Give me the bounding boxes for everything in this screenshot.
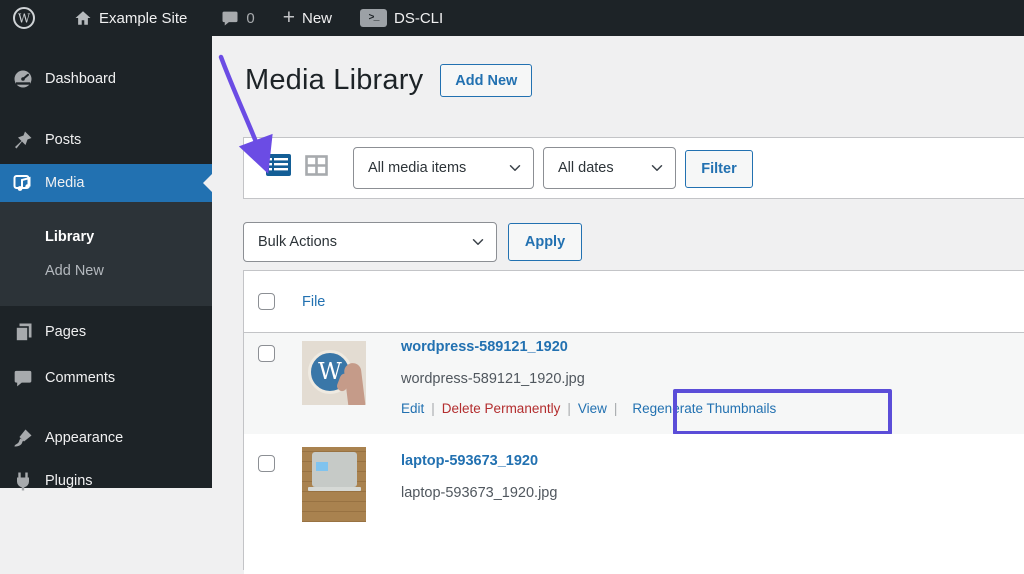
- plugin-icon: [16, 472, 30, 491]
- select-all-checkbox[interactable]: [258, 293, 275, 310]
- admin-bar-comments[interactable]: 0: [211, 0, 264, 36]
- plus-icon: +: [282, 5, 295, 29]
- comments-icon: [14, 370, 32, 387]
- media-title-link[interactable]: laptop-593673_1920: [401, 453, 538, 469]
- submenu-label: Add New: [45, 263, 104, 279]
- sidebar-item-posts[interactable]: Posts: [0, 121, 212, 159]
- sidebar-item-label: Dashboard: [45, 71, 116, 87]
- table-header-row: File: [244, 271, 1024, 333]
- media-filename: laptop-593673_1920.jpg: [401, 485, 558, 501]
- media-type-select[interactable]: All media items: [353, 147, 534, 189]
- date-filter-value: All dates: [558, 160, 614, 176]
- filter-toolbar: All media items All dates Filter: [243, 137, 1024, 199]
- row-checkbox[interactable]: [258, 345, 275, 362]
- chevron-down-icon: [651, 165, 663, 171]
- sidebar-item-label: Media: [45, 175, 85, 191]
- submenu-item-library[interactable]: Library: [0, 220, 212, 254]
- admin-bar-ds-cli[interactable]: >_ DS-CLI: [350, 0, 453, 36]
- delete-permanently-link[interactable]: Delete Permanently: [442, 401, 561, 416]
- sidebar-item-media[interactable]: Media: [0, 164, 212, 202]
- sidebar-item-comments[interactable]: Comments: [0, 359, 212, 397]
- admin-sidebar: Dashboard Posts Media Library Add New Pa…: [0, 36, 212, 491]
- site-name: Example Site: [99, 9, 188, 27]
- pages-icon: [15, 323, 32, 342]
- media-submenu: Library Add New: [0, 202, 212, 306]
- pushpin-icon: [15, 131, 32, 149]
- main-content: Media Library Add New All media items Al…: [212, 36, 1024, 574]
- dashboard-icon: [14, 70, 32, 88]
- admin-bar: W Example Site 0 + New >_ DS-CLI: [0, 0, 1024, 36]
- sidebar-item-appearance[interactable]: Appearance: [0, 419, 212, 457]
- page-title: Media Library: [245, 64, 424, 96]
- svg-text:W: W: [18, 12, 31, 26]
- sidebar-item-label: Pages: [45, 324, 87, 340]
- current-menu-arrow: [194, 174, 212, 192]
- regenerate-thumbnails-link[interactable]: Regenerate Thumbnails: [632, 401, 776, 416]
- media-list-table: File W wordpress-589121_1920 wordpress-5…: [243, 270, 1024, 574]
- chevron-down-icon: [472, 239, 484, 245]
- view-link[interactable]: View: [578, 401, 607, 416]
- media-type-value: All media items: [368, 160, 467, 176]
- home-icon: [75, 11, 91, 25]
- bulk-actions-select[interactable]: Bulk Actions: [243, 222, 497, 262]
- sidebar-item-label: Comments: [45, 370, 116, 386]
- file-column-header[interactable]: File: [302, 271, 325, 333]
- table-row: W wordpress-589121_1920 wordpress-589121…: [244, 333, 1024, 434]
- media-icon: [13, 175, 31, 191]
- terminal-icon: >_: [360, 9, 387, 27]
- wordpress-logo-icon: W: [13, 7, 35, 29]
- action-separator: |: [431, 401, 435, 416]
- action-separator: |: [567, 401, 571, 416]
- list-view-icon[interactable]: [266, 154, 291, 176]
- submenu-label: Library: [45, 229, 95, 245]
- hand-art: [343, 362, 366, 405]
- bulk-actions-value: Bulk Actions: [258, 234, 337, 250]
- sidebar-item-pages[interactable]: Pages: [0, 313, 212, 351]
- sidebar-item-plugins[interactable]: Plugins: [0, 462, 212, 500]
- row-checkbox[interactable]: [258, 455, 275, 472]
- filter-button[interactable]: Filter: [685, 150, 753, 188]
- chevron-down-icon: [509, 165, 521, 171]
- sidebar-item-label: Plugins: [45, 473, 93, 489]
- media-thumbnail[interactable]: W: [302, 341, 366, 405]
- submenu-item-add-new[interactable]: Add New: [0, 254, 212, 288]
- admin-bar-new-menu[interactable]: + New: [273, 0, 342, 36]
- comment-bubble-icon: [222, 11, 238, 26]
- sidebar-item-label: Appearance: [45, 430, 124, 446]
- add-new-button[interactable]: Add New: [440, 64, 533, 97]
- wordpress-logo-icon[interactable]: W: [2, 0, 46, 36]
- table-row: laptop-593673_1920 laptop-593673_1920.jp…: [244, 434, 1024, 574]
- action-separator: |: [613, 401, 618, 416]
- media-thumbnail[interactable]: [302, 447, 366, 522]
- new-label: New: [301, 9, 332, 27]
- edit-link[interactable]: Edit: [401, 401, 424, 416]
- paintbrush-icon: [14, 429, 32, 447]
- ds-cli-label: DS-CLI: [394, 9, 444, 27]
- admin-bar-site-menu[interactable]: Example Site: [64, 0, 197, 36]
- sidebar-item-dashboard[interactable]: Dashboard: [0, 60, 212, 98]
- laptop-art: [312, 452, 357, 487]
- media-filename: wordpress-589121_1920.jpg: [401, 371, 585, 387]
- media-title-link[interactable]: wordpress-589121_1920: [401, 339, 568, 355]
- row-actions: Edit | Delete Permanently | View | Regen…: [401, 401, 776, 416]
- comments-count: 0: [246, 9, 255, 27]
- grid-view-icon[interactable]: [305, 154, 328, 176]
- apply-button[interactable]: Apply: [508, 223, 582, 261]
- sidebar-item-label: Posts: [45, 132, 82, 148]
- date-filter-select[interactable]: All dates: [543, 147, 676, 189]
